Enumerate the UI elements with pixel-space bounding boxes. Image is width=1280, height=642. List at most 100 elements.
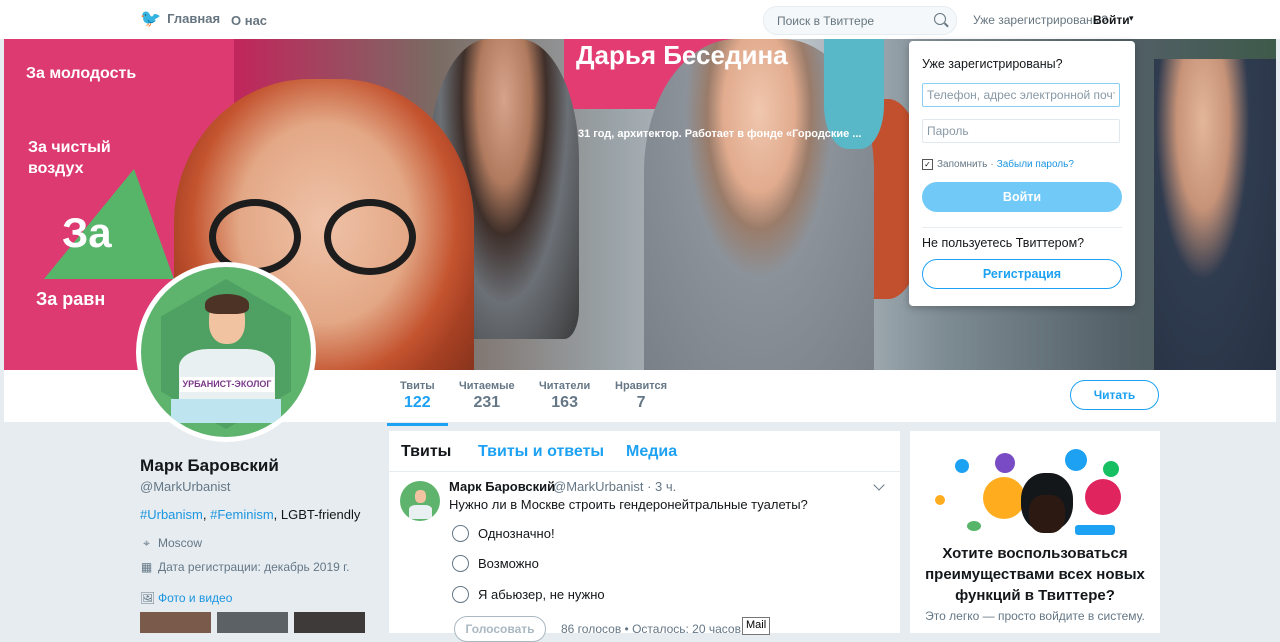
- stat-followers[interactable]: Читатели 163: [539, 380, 590, 412]
- profile-bio: #Urbanism, #Feminism, LGBT-friendly: [140, 507, 360, 522]
- search-box: [763, 6, 957, 35]
- banner-text-za: За: [62, 209, 112, 256]
- login-button[interactable]: Войти: [922, 182, 1122, 212]
- media-thumbnail[interactable]: [217, 612, 288, 633]
- tooltip: Mail: [742, 617, 771, 635]
- remember-me-label[interactable]: Запомнить: [937, 159, 987, 170]
- stat-likes-value: 7: [636, 394, 646, 411]
- avatar[interactable]: УРБАНИСТ-ЭКОЛОГ: [136, 262, 316, 442]
- top-navigation-bar: 🐦 Главная О нас Уже зарегистрированы? Во…: [0, 0, 1280, 40]
- radio-button[interactable]: [452, 555, 469, 572]
- twitter-bird-icon: 🐦: [140, 9, 162, 28]
- follow-button[interactable]: Читать: [1070, 380, 1159, 410]
- login-dropdown-link[interactable]: Войти: [1093, 13, 1130, 27]
- illustration-tag: [1075, 525, 1115, 535]
- poll-option[interactable]: Я абьюзер, не нужно: [452, 586, 605, 603]
- tweet-text: Нужно ли в Москве строить гендеронейтрал…: [449, 497, 808, 512]
- profile-join-date-text: Дата регистрации: декабрь 2019 г.: [158, 560, 350, 574]
- remember-me-row: ✓ Запомнить · Забыли пароль?: [922, 159, 1074, 170]
- promo-subtitle: Это легко — просто войдите в систему.: [925, 609, 1145, 623]
- bio-hashtag-feminism[interactable]: #Feminism: [210, 507, 274, 522]
- location-pin-icon: ⌖: [143, 535, 150, 550]
- stat-likes-label: Нравится: [615, 380, 668, 392]
- search-icon[interactable]: [934, 13, 946, 25]
- stat-tweets-value: 122: [403, 394, 431, 411]
- profile-handle[interactable]: @MarkUrbanist: [140, 479, 231, 494]
- radio-button[interactable]: [452, 525, 469, 542]
- banner-text-clean-air: За чистый воздух: [28, 139, 111, 177]
- promo-title: Хотите воспользоваться преимуществами вс…: [925, 545, 1145, 604]
- timeline-tabs: Твиты Твиты и ответы Медиа: [389, 431, 900, 472]
- profile-name[interactable]: Марк Баровский: [140, 456, 279, 476]
- banner-person-right: [1154, 59, 1276, 370]
- new-user-text: Не пользуетесь Твиттером?: [922, 236, 1085, 250]
- remember-me-checkbox[interactable]: ✓: [922, 159, 933, 170]
- tab-media[interactable]: Медиа: [626, 443, 677, 461]
- tweet-author-meta[interactable]: @MarkUrbanist · 3 ч.: [553, 479, 676, 494]
- promo-illustration: [925, 447, 1145, 547]
- avatar-city-skyline: [171, 399, 281, 423]
- illustration-dot: [1103, 461, 1119, 477]
- poll-option-label: Я абьюзер, не нужно: [478, 587, 605, 602]
- calendar-icon: ▦: [140, 559, 153, 574]
- profile-location: ⌖ Moscow: [140, 536, 202, 550]
- illustration-dot: [955, 459, 969, 473]
- banner-text-candidate-info: 31 год, архитектор. Работает в фонде «Го…: [578, 128, 862, 140]
- nav-home-link[interactable]: 🐦 Главная: [140, 10, 220, 27]
- illustration-dot: [995, 453, 1015, 473]
- forgot-password-link[interactable]: Забыли пароль?: [997, 159, 1074, 170]
- timeline-panel: Твиты Твиты и ответы Медиа Марк Баровски…: [389, 431, 900, 642]
- remember-separator: ·: [990, 159, 994, 170]
- image-icon: 🖼: [140, 590, 156, 605]
- divider: [922, 227, 1122, 228]
- tweet-avatar[interactable]: [400, 481, 440, 521]
- poll-option[interactable]: Возможно: [452, 555, 539, 572]
- tab-tweets[interactable]: Твиты: [401, 443, 451, 461]
- illustration-dot: [983, 477, 1025, 519]
- stat-following-value: 231: [473, 394, 501, 411]
- poll-meta: 86 голосов • Осталось: 20 часов: [561, 622, 741, 636]
- illustration-dot: [967, 521, 981, 531]
- tab-tweets-and-replies[interactable]: Твиты и ответы: [478, 443, 604, 461]
- tweet-avatar-head: [415, 490, 426, 503]
- stat-tweets-label: Твиты: [400, 380, 435, 392]
- vote-button[interactable]: Голосовать: [454, 616, 546, 642]
- radio-button[interactable]: [452, 586, 469, 603]
- signup-promo-card: Хотите воспользоваться преимуществами вс…: [910, 431, 1160, 633]
- phone-email-username-input[interactable]: [922, 83, 1120, 107]
- banner-text-equality: За равн: [36, 289, 106, 309]
- photos-videos-label: Фото и видео: [158, 591, 233, 605]
- stat-following-label: Читаемые: [459, 380, 515, 392]
- login-dropdown-card: Уже зарегистрированы? ✓ Запомнить · Забы…: [909, 41, 1135, 306]
- bio-hashtag-urbanism[interactable]: #Urbanism: [140, 507, 203, 522]
- nav-about-link[interactable]: О нас: [231, 13, 267, 28]
- chevron-down-icon[interactable]: ▾: [1129, 13, 1134, 24]
- banner-text-candidate-name: Дарья Беседина: [576, 40, 788, 70]
- illustration-face: [1029, 495, 1065, 533]
- banner-text-youth: За молодость: [26, 65, 137, 82]
- stat-followers-value: 163: [551, 394, 578, 411]
- stat-following[interactable]: Читаемые 231: [459, 380, 515, 412]
- stat-likes[interactable]: Нравится 7: [615, 380, 667, 412]
- search-input[interactable]: [775, 13, 929, 29]
- illustration-dot: [935, 495, 945, 505]
- photos-videos-link[interactable]: 🖼 Фото и видео: [140, 591, 232, 605]
- bio-separator: ,: [202, 507, 211, 522]
- poll-option-label: Однозначно!: [478, 526, 555, 541]
- media-thumbnail[interactable]: [294, 612, 365, 633]
- tweet-author-name[interactable]: Марк Баровский: [449, 479, 555, 494]
- poll-option[interactable]: Однозначно!: [452, 525, 555, 542]
- signup-button[interactable]: Регистрация: [922, 259, 1122, 289]
- banner-glasses-right: [324, 199, 416, 275]
- media-thumbnail[interactable]: [140, 612, 211, 633]
- password-input[interactable]: [922, 119, 1120, 143]
- stat-tweets[interactable]: Твиты 122: [387, 380, 448, 426]
- avatar-label: УРБАНИСТ-ЭКОЛОГ: [180, 377, 274, 392]
- login-card-title: Уже зарегистрированы?: [922, 57, 1063, 71]
- chevron-down-icon[interactable]: [873, 479, 885, 491]
- poll-option-label: Возможно: [478, 556, 539, 571]
- stat-followers-label: Читатели: [539, 380, 591, 392]
- illustration-dot: [1085, 479, 1121, 515]
- avatar-image: УРБАНИСТ-ЭКОЛОГ: [141, 267, 311, 437]
- avatar-person-hair: [205, 294, 249, 314]
